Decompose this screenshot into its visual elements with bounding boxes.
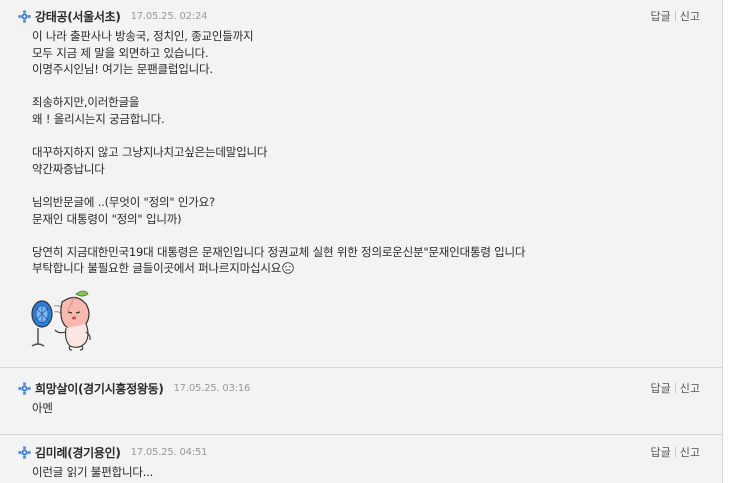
report-button[interactable]: 신고 xyxy=(680,444,700,460)
comment-item: 강태공(서울서초) 17.05.25. 02:24 답글 신고 이 나라 출판사… xyxy=(0,0,722,362)
action-divider xyxy=(674,11,676,21)
member-badge-icon xyxy=(18,381,31,395)
comment-line: 죄송하지만,이러한글을 xyxy=(32,95,140,110)
comment-date: 17.05.25. 02:24 xyxy=(130,10,208,22)
comment-line: 님의반문글에 ..(무엇이 "정의" 인가요? xyxy=(32,194,215,209)
crying-face-emoji-icon xyxy=(282,262,294,275)
comment-divider xyxy=(0,434,722,435)
comment-line: 왜 ! 올리시는지 궁금합니다. xyxy=(32,111,165,126)
comment-author[interactable]: 희망살이(경기시흥정왕동) xyxy=(35,380,164,397)
comment-line-text: 부탁합니다 불필요한 글들이곳에서 퍼나르지마십시요 xyxy=(32,261,282,276)
comment-divider xyxy=(0,367,722,368)
comment-line-with-emoji: 부탁합니다 불필요한 글들이곳에서 퍼나르지마십시요 xyxy=(32,260,525,277)
comment-actions: 답글 신고 xyxy=(651,8,701,24)
comment-author[interactable]: 강태공(서울서초) xyxy=(35,8,121,25)
comment-line: 당연히 지금대한민국19대 대통령은 문재인입니다 정권교체 실현 위한 정의로… xyxy=(32,244,526,259)
comment-line: 이 나라 출판사나 방송국, 정치인, 종교인들까지 xyxy=(32,29,254,43)
member-badge-icon xyxy=(18,445,31,459)
comment-header: 희망살이(경기시흥정왕동) 17.05.25. 03:16 xyxy=(18,380,250,396)
comment-body: 이 나라 출판사나 방송국, 정치인, 종교인들까지 모두 지금 제 말을 외면… xyxy=(32,28,526,277)
comment-line: 모두 지금 제 말을 외면하고 있습니다. xyxy=(32,45,209,60)
comment-line: 약간짜증납니다 xyxy=(32,161,105,176)
comment-line: 대꾸하지하지 않고 그냥지나치고싶은는데말입니다 xyxy=(32,145,268,160)
comment-author[interactable]: 김미례(경기용인) xyxy=(35,444,121,461)
comment-line: 이명주시인님! 여기는 문팬클럽입니다. xyxy=(32,62,213,77)
comment-date: 17.05.25. 03:16 xyxy=(173,382,251,394)
comment-line: 아멘 xyxy=(32,401,53,415)
reply-button[interactable]: 답글 xyxy=(651,444,671,460)
member-badge-icon xyxy=(18,9,31,23)
comment-line: 문재인 대통령이 "정의" 입니까) xyxy=(32,211,182,226)
comment-body: 이런글 읽기 불편합니다... xyxy=(32,464,153,481)
comment-item: 희망살이(경기시흥정왕동) 17.05.25. 03:16 답글 신고 아멘 xyxy=(0,372,722,434)
comment-actions: 답글 신고 xyxy=(651,444,701,460)
report-button[interactable]: 신고 xyxy=(680,380,700,396)
comment-item: 김미례(경기용인) 17.05.25. 04:51 답글 신고 이런글 읽기 불… xyxy=(0,436,722,483)
action-divider xyxy=(674,447,676,457)
report-button[interactable]: 신고 xyxy=(680,8,700,24)
peach-character-with-fan-sticker xyxy=(28,288,94,352)
action-divider xyxy=(674,383,676,393)
comment-actions: 답글 신고 xyxy=(651,380,701,396)
comment-line: 이런글 읽기 불편합니다... xyxy=(32,465,154,479)
comment-panel: 강태공(서울서초) 17.05.25. 02:24 답글 신고 이 나라 출판사… xyxy=(0,0,723,483)
comment-header: 김미례(경기용인) 17.05.25. 04:51 xyxy=(18,444,207,460)
comment-date: 17.05.25. 04:51 xyxy=(130,446,208,458)
reply-button[interactable]: 답글 xyxy=(651,380,671,396)
comment-header: 강태공(서울서초) 17.05.25. 02:24 xyxy=(18,8,207,24)
comment-body: 아멘 xyxy=(32,400,53,417)
reply-button[interactable]: 답글 xyxy=(651,8,671,24)
